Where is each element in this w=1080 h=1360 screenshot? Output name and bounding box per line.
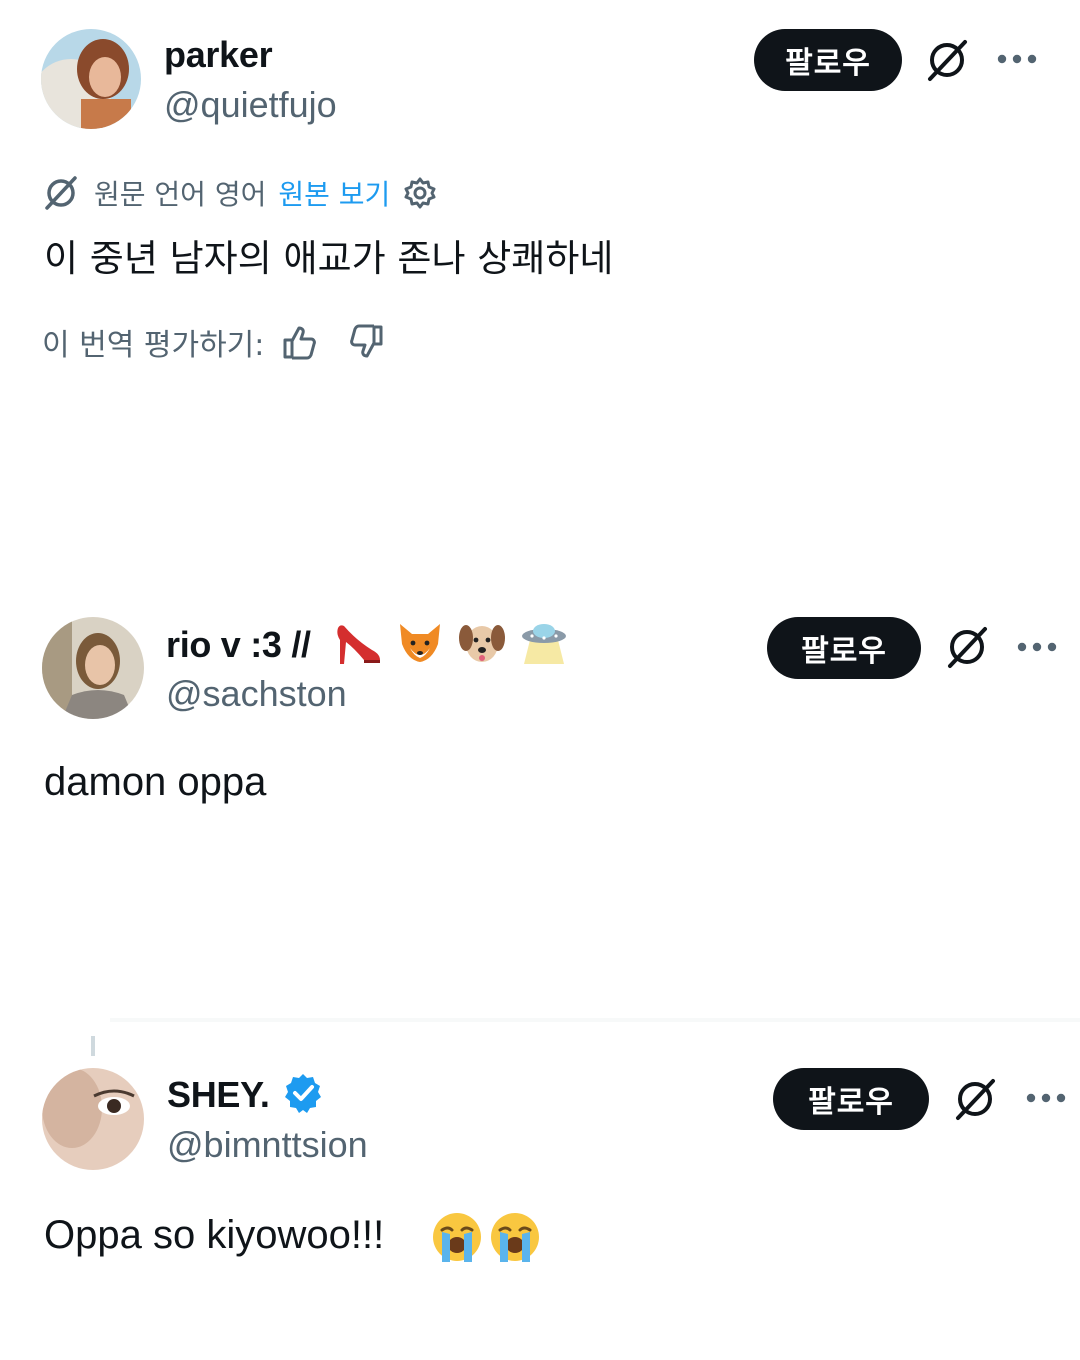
source-language-label: 원문 언어 영어 — [94, 178, 267, 211]
dog-emoji — [459, 625, 505, 662]
display-name[interactable]: parker — [164, 34, 273, 76]
post-text: 이 중년 남자의 애교가 존나 상쾌하네 — [44, 237, 614, 280]
post-shey: SHEY. @bimnttsion 팔로우 Oppa so kiyowoo!!! — [0, 1060, 1080, 1360]
thumbs-up-icon[interactable] — [280, 322, 320, 362]
grok-icon[interactable] — [944, 624, 990, 670]
display-name[interactable]: SHEY. — [167, 1074, 270, 1116]
post-text: damon oppa — [44, 760, 267, 804]
avatar[interactable] — [41, 29, 141, 129]
more-options-icon[interactable] — [1026, 1092, 1066, 1104]
name-emojis — [334, 620, 568, 666]
follow-button[interactable]: 팔로우 — [754, 29, 902, 91]
user-handle[interactable]: @quietfujo — [164, 84, 337, 126]
post-text: Oppa so kiyowoo!!! — [44, 1213, 385, 1257]
grok-icon[interactable] — [924, 37, 970, 83]
more-options-icon[interactable] — [997, 53, 1037, 65]
thread-line — [91, 1036, 95, 1056]
rate-translation-label: 이 번역 평가하기: — [42, 328, 265, 363]
more-options-icon[interactable] — [1017, 641, 1057, 653]
fox-emoji — [400, 624, 440, 662]
ufo-emoji — [522, 624, 566, 664]
avatar[interactable] — [42, 1068, 144, 1170]
high-heel-emoji — [337, 625, 380, 664]
grok-icon — [45, 176, 77, 210]
user-handle[interactable]: @sachston — [166, 673, 347, 715]
thumbs-down-icon[interactable] — [346, 322, 386, 362]
follow-button[interactable]: 팔로우 — [773, 1068, 929, 1130]
display-name[interactable]: rio v :3 // — [166, 624, 311, 666]
rate-translation: 이 번역 평가하기: — [42, 318, 386, 366]
view-original-link[interactable]: 원본 보기 — [278, 173, 390, 213]
translation-info: 원문 언어 영어 원본 보기 — [42, 172, 438, 214]
divider — [110, 1018, 1080, 1022]
follow-button[interactable]: 팔로우 — [767, 617, 921, 679]
text-emojis — [430, 1210, 542, 1264]
loudly-crying-face-emoji — [491, 1213, 539, 1262]
post-parker: parker @quietfujo 팔로우 원문 언어 영어 원본 보기 이 중… — [0, 0, 1080, 400]
post-rio: rio v :3 // @sachston 팔로우 damon oppa — [0, 600, 1080, 850]
user-handle[interactable]: @bimnttsion — [167, 1124, 368, 1166]
grok-icon[interactable] — [952, 1076, 998, 1122]
gear-icon[interactable] — [402, 175, 438, 211]
verified-badge-icon — [285, 1074, 321, 1113]
loudly-crying-face-emoji — [433, 1213, 481, 1262]
avatar[interactable] — [42, 617, 144, 719]
